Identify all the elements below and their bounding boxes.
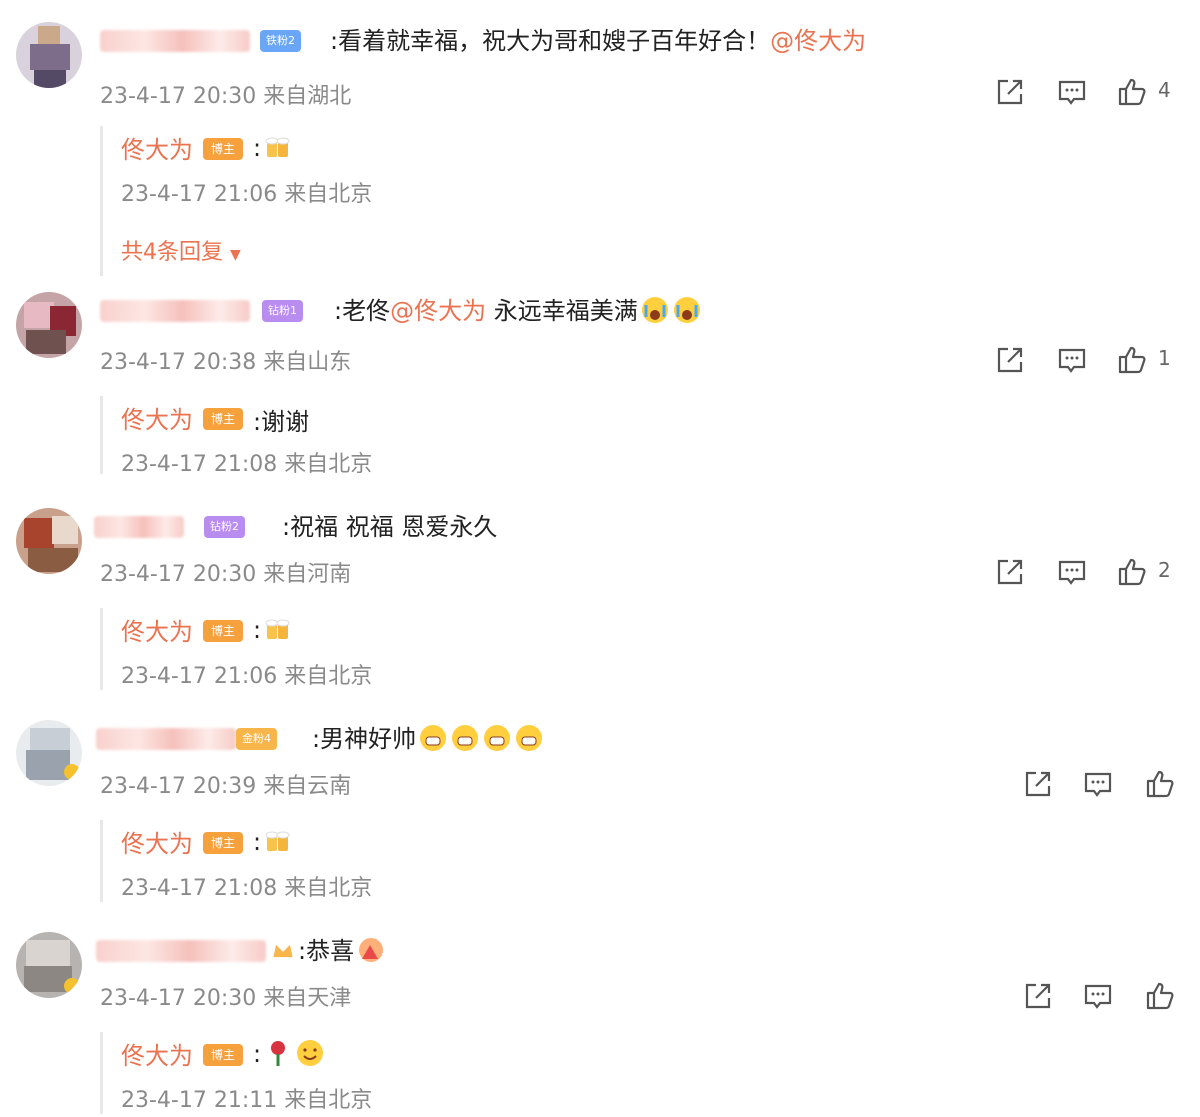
comment-icon[interactable] <box>1056 344 1088 376</box>
mention-link[interactable]: @佟大为 <box>390 297 486 325</box>
reply-meta: 23-4-17 21:08 来自北京 <box>121 452 373 477</box>
reply-text: :谢谢 <box>253 408 310 436</box>
comment-body: :老佟 <box>334 297 391 325</box>
reply-body: : <box>253 134 262 162</box>
blogger-badge: 博主 <box>203 832 243 854</box>
crown-icon <box>273 944 293 958</box>
like-count: 1 <box>1158 346 1171 370</box>
comment-actions <box>1018 768 1178 800</box>
like-icon[interactable] <box>1116 556 1148 588</box>
cheers-beer-icon <box>265 619 290 639</box>
avatar[interactable] <box>16 292 82 358</box>
reply-text: : <box>253 132 293 162</box>
like-icon[interactable] <box>1144 768 1176 800</box>
username-blurred[interactable] <box>96 728 236 750</box>
like-count: 4 <box>1158 78 1171 102</box>
reply-author[interactable]: 佟大为 <box>121 1036 193 1071</box>
fan-badge: 铁粉2 <box>260 30 301 52</box>
more-replies-label: 共4条回复 <box>121 240 223 265</box>
avatar[interactable] <box>16 22 82 88</box>
comment-icon[interactable] <box>1082 980 1114 1012</box>
username-blurred[interactable] <box>100 30 250 52</box>
mention-link[interactable]: @佟大为 <box>770 27 866 55</box>
blogger-badge: 博主 <box>203 408 243 430</box>
reply-text: : <box>253 614 293 644</box>
comment-meta: 23-4-17 20:30 来自天津 <box>100 986 352 1011</box>
fan-badge: 金粉4 <box>236 728 277 750</box>
avatar[interactable] <box>16 720 82 786</box>
blogger-badge: 博主 <box>203 1044 243 1066</box>
reply-body: : <box>253 1040 262 1068</box>
cheers-beer-icon <box>265 137 290 157</box>
reply-author[interactable]: 佟大为 <box>121 400 193 435</box>
like-icon[interactable] <box>1144 980 1176 1012</box>
reply-author[interactable]: 佟大为 <box>121 612 193 647</box>
username-blurred[interactable] <box>96 940 266 962</box>
cheers-beer-icon <box>265 831 290 851</box>
crying-emoji-icon <box>641 297 668 323</box>
comment-text: :看着就幸福，祝大为哥和嫂子百年好合！@佟大为 <box>330 24 866 58</box>
reply-text: : <box>253 826 293 856</box>
reply-meta: 23-4-17 21:08 来自北京 <box>121 876 373 901</box>
party-emoji-icon <box>359 938 384 962</box>
comment-body: :恭喜 <box>298 937 355 965</box>
comment-icon[interactable] <box>1056 76 1088 108</box>
reply-meta: 23-4-17 21:06 来自北京 <box>121 182 373 207</box>
comment-meta: 23-4-17 20:39 来自云南 <box>100 774 352 799</box>
blogger-badge: 博主 <box>203 620 243 642</box>
comment-text: :老佟@佟大为 永远幸福美满 <box>334 294 702 328</box>
comment-meta: 23-4-17 20:38 来自山东 <box>100 350 352 375</box>
comment-actions: 1 <box>990 344 1180 376</box>
reply-meta: 23-4-17 21:06 来自北京 <box>121 664 373 689</box>
comment-actions <box>1018 980 1178 1012</box>
reply-thread: 佟大为 博主 :谢谢 23-4-17 21:08 来自北京 <box>100 396 1163 477</box>
like-count: 2 <box>1158 558 1171 582</box>
comment-body: :看着就幸福，祝大为哥和嫂子百年好合！ <box>330 27 771 55</box>
reply-thread: 佟大为 博主 : 23-4-17 21:11 来自北京 <box>100 1032 1163 1114</box>
comment-body: 永远幸福美满 <box>486 297 638 325</box>
username-blurred[interactable] <box>94 516 184 538</box>
like-icon[interactable] <box>1116 76 1148 108</box>
share-icon[interactable] <box>994 76 1026 108</box>
username-blurred[interactable] <box>100 300 250 322</box>
comment-text: :男神好帅 <box>312 722 544 756</box>
caret-down-icon: ▼ <box>230 247 241 263</box>
share-icon[interactable] <box>994 556 1026 588</box>
comment-actions: 4 <box>990 76 1180 108</box>
share-icon[interactable] <box>1022 980 1054 1012</box>
reply-thread: 佟大为 博主 : 23-4-17 21:08 来自北京 <box>100 820 1163 902</box>
avatar[interactable] <box>16 932 82 998</box>
like-icon[interactable] <box>1116 344 1148 376</box>
crying-emoji-icon <box>673 297 700 323</box>
comment-meta: 23-4-17 20:30 来自湖北 <box>100 84 352 109</box>
reply-author[interactable]: 佟大为 <box>121 130 193 165</box>
smile-emoji-icon <box>297 1040 324 1066</box>
rose-icon <box>271 1041 286 1066</box>
fan-badge: 钻粉2 <box>204 516 245 538</box>
comment-body: :男神好帅 <box>312 725 417 753</box>
reply-body: : <box>253 616 262 644</box>
grin-emoji-icon <box>452 725 479 751</box>
grin-emoji-icon <box>420 725 447 751</box>
fan-badge: 钻粉1 <box>262 300 303 322</box>
share-icon[interactable] <box>1022 768 1054 800</box>
reply-thread: 佟大为 博主 : 23-4-17 21:06 来自北京 共4条回复 ▼ <box>100 126 1163 276</box>
reply-text: : <box>253 1038 325 1068</box>
grin-emoji-icon <box>484 725 511 751</box>
reply-thread: 佟大为 博主 : 23-4-17 21:06 来自北京 <box>100 608 1163 690</box>
comment-text: :恭喜 <box>298 934 386 968</box>
reply-meta: 23-4-17 21:11 来自北京 <box>121 1088 373 1113</box>
comment-icon[interactable] <box>1082 768 1114 800</box>
avatar[interactable] <box>16 508 82 574</box>
comment-icon[interactable] <box>1056 556 1088 588</box>
comment-actions: 2 <box>990 556 1180 588</box>
reply-body: : <box>253 828 262 856</box>
reply-author[interactable]: 佟大为 <box>121 824 193 859</box>
blogger-badge: 博主 <box>203 138 243 160</box>
grin-emoji-icon <box>516 725 543 751</box>
comment-text: :祝福 祝福 恩爱永久 <box>282 513 498 541</box>
more-replies-link[interactable]: 共4条回复 ▼ <box>121 234 241 266</box>
share-icon[interactable] <box>994 344 1026 376</box>
comment-meta: 23-4-17 20:30 来自河南 <box>100 562 352 587</box>
